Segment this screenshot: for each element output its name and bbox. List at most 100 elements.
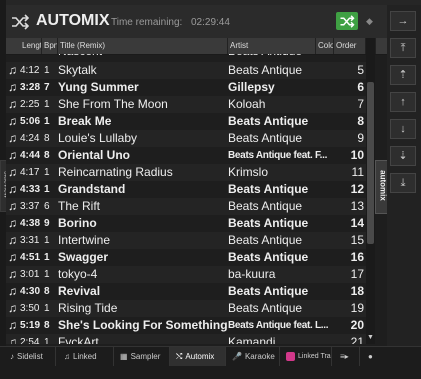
column-title[interactable]: Title (Remix): [58, 38, 228, 54]
time-remaining-label: Time remaining:: [111, 17, 183, 28]
time-remaining-value: 02:29:44: [191, 17, 230, 28]
cell-artist: Beats Antique feat. F...: [228, 150, 328, 161]
tab-sidelist-label: Sidelist: [17, 352, 43, 361]
cell-title: Nascent: [58, 54, 228, 55]
cell-artist: Beats Antique: [228, 54, 332, 55]
column-bpm[interactable]: Bpn: [42, 38, 58, 54]
cell-artist: Beats Antique: [228, 131, 303, 145]
cell-length: 2:25: [20, 99, 40, 110]
table-row[interactable]: ♫ 4:12 1 Skytalk Beats Antique 5: [6, 62, 374, 79]
music-note-icon: ♫: [8, 233, 17, 247]
cell-title: Borino: [58, 216, 97, 230]
cell-artist: Gillepsy: [228, 80, 275, 94]
cell-bpm: 1: [44, 65, 50, 76]
cell-artist: Beats Antique: [228, 250, 309, 264]
tab-karaoke[interactable]: 🎤 Karaoke: [226, 347, 280, 366]
table-row[interactable]: ♫ 4:38 9 Borino Beats Antique 14: [6, 215, 374, 232]
cell-length: 4:33: [20, 184, 41, 195]
cell-title: Louie's Lullaby: [58, 131, 138, 145]
cell-bpm: 6: [44, 201, 50, 212]
tab-automix[interactable]: ⤭ Automix: [170, 347, 226, 366]
tab-sampler[interactable]: ▦ Sampler: [114, 347, 170, 366]
table-row[interactable]: ♫ 4:17 1 Reincarnating Radius Krimslo 11: [6, 164, 374, 181]
column-header-row: Lengt Bpn Title (Remix) Artist Colo Orde…: [6, 38, 387, 55]
music-note-icon: ♫: [8, 199, 17, 213]
column-color[interactable]: Colo: [316, 38, 334, 54]
sidelist-icon: ♪: [10, 352, 14, 361]
table-row[interactable]: ♫ 5:06 1 Break Me Beats Antique 8: [6, 113, 374, 130]
cell-length: 3:31: [20, 235, 40, 246]
table-row[interactable]: ♫ 2:25 1 She From The Moon Koloah 7: [6, 96, 374, 113]
tab-linked-label: Linked: [73, 352, 97, 361]
table-row[interactable]: ♫ 3:37 6 The Rift Beats Antique 13: [6, 198, 374, 215]
table-row[interactable]: ♫ 4:51 1 Swagger Beats Antique 16: [6, 249, 374, 266]
cell-title: She's Looking For Something: [58, 318, 228, 332]
cell-order: 12: [350, 182, 364, 196]
cell-title: Oriental Uno: [58, 148, 131, 162]
table-row[interactable]: ♫ 2:54 1 FvckArt Kamandi 21: [6, 334, 374, 344]
automix-panel: AUTOMIX Time remaining: 02:29:44 ◆ Lengt…: [6, 5, 387, 346]
cell-title: Rising Tide: [58, 301, 118, 315]
cell-bpm: 1: [44, 235, 50, 246]
options-icon[interactable]: ◆: [366, 16, 376, 26]
shuffle-button[interactable]: [336, 12, 358, 30]
column-order[interactable]: Order: [334, 38, 366, 54]
table-row[interactable]: NascentBeats Antique: [6, 54, 374, 62]
cell-length: 4:38: [20, 218, 41, 229]
table-row[interactable]: ♫ 3:50 1 Rising Tide Beats Antique 19: [6, 300, 374, 317]
right-panel: → ⤒ ⇡ ↑ ↓ ⇣ ⤓: [387, 5, 421, 346]
cell-order: 15: [350, 233, 364, 247]
options-dot-icon[interactable]: ●: [362, 347, 382, 366]
move-down-fast-icon[interactable]: ⇣: [390, 146, 416, 166]
table-row[interactable]: ♫ 3:28 7 Yung Summer Gillepsy 6: [6, 79, 374, 96]
music-note-icon: ♫: [8, 63, 17, 77]
cell-artist: Krimslo: [228, 165, 269, 179]
cell-bpm: 1: [44, 303, 50, 314]
table-row[interactable]: ♫ 4:33 1 Grandstand Beats Antique 12: [6, 181, 374, 198]
table-row[interactable]: ♫ 4:30 8 Revival Beats Antique 18: [6, 283, 374, 300]
move-down-icon[interactable]: ↓: [390, 119, 416, 139]
cell-length: 4:44: [20, 150, 41, 161]
list-menu-icon[interactable]: ≡▸: [334, 347, 360, 366]
arrow-right-icon[interactable]: →: [390, 11, 416, 31]
cell-title: Yung Summer: [58, 80, 139, 94]
move-bottom-icon[interactable]: ⤓: [390, 173, 416, 193]
music-note-icon: ♫: [8, 284, 17, 298]
tab-linked[interactable]: ♫ Linked: [58, 347, 114, 366]
column-length[interactable]: Lengt: [20, 38, 42, 54]
cell-length: 2:54: [20, 337, 40, 344]
cell-bpm: 1: [44, 184, 50, 195]
vertical-scrollbar[interactable]: ▼: [366, 38, 375, 344]
shuffle-icon: [11, 14, 31, 32]
scrollbar-thumb[interactable]: [367, 82, 374, 244]
cell-length: 4:17: [20, 167, 40, 178]
cell-bpm: 7: [44, 82, 50, 93]
table-row[interactable]: ♫ 5:19 8 She's Looking For Something Beats A…: [6, 317, 374, 334]
scroll-down-icon[interactable]: ▼: [366, 334, 375, 344]
cell-artist: Beats Antique: [228, 233, 303, 247]
table-row[interactable]: ♫ 3:31 1 Intertwine Beats Antique 15: [6, 232, 374, 249]
cell-title: Revival: [58, 284, 101, 298]
music-note-icon: ♫: [8, 131, 17, 145]
tab-linked-tracks[interactable]: Linked Tra: [280, 347, 332, 366]
cell-order: 16: [350, 250, 364, 264]
move-up-fast-icon[interactable]: ⇡: [390, 65, 416, 85]
column-artist[interactable]: Artist: [228, 38, 316, 54]
cell-title: Swagger: [58, 250, 109, 264]
move-top-icon[interactable]: ⤒: [390, 38, 416, 58]
table-row[interactable]: ♫ 4:24 8 Louie's Lullaby Beats Antique 9: [6, 130, 374, 147]
music-note-icon: ♫: [8, 182, 17, 196]
table-row[interactable]: ♫ 3:01 1 tokyo-4 ba-kuura 17: [6, 266, 374, 283]
move-up-icon[interactable]: ↑: [390, 92, 416, 112]
cell-artist: Beats Antique: [228, 114, 309, 128]
tab-sidelist[interactable]: ♪ Sidelist: [4, 347, 56, 366]
page-title: AUTOMIX: [36, 12, 110, 29]
cell-order: 13: [350, 199, 364, 213]
cell-order: 5: [357, 63, 364, 77]
shuffle-icon: [340, 14, 355, 28]
sampler-icon: ▦: [120, 352, 128, 361]
music-note-icon: ♫: [8, 250, 17, 264]
table-row[interactable]: ♫ 4:44 8 Oriental Uno Beats Antique feat. F.…: [6, 147, 374, 164]
tab-karaoke-label: Karaoke: [244, 352, 275, 361]
cell-artist: Koloah: [228, 97, 266, 111]
